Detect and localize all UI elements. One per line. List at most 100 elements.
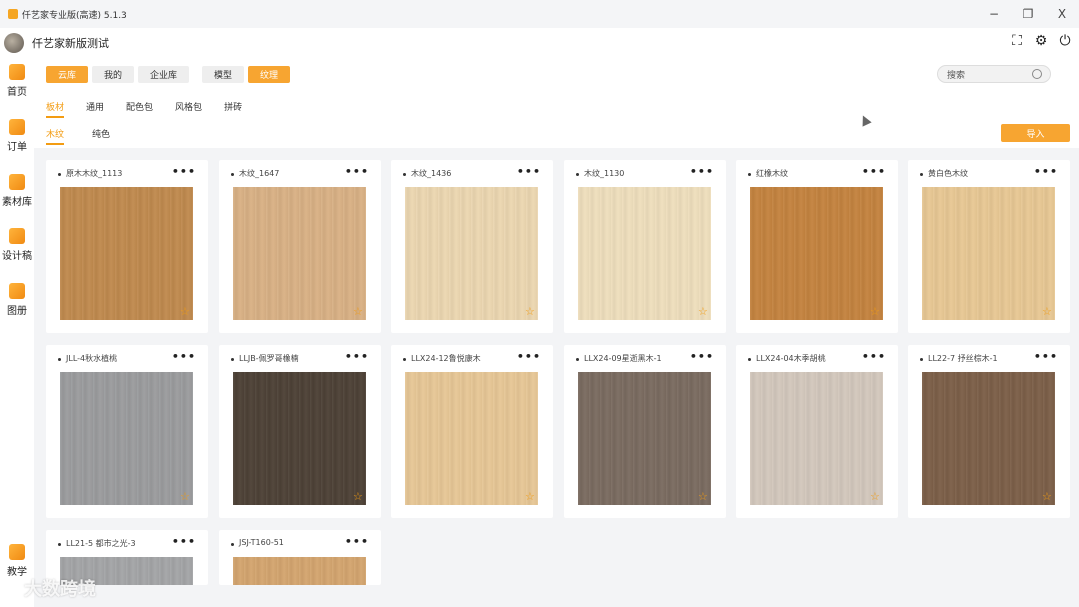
material-card[interactable]: 木纹_1130 ••• ☆ — [564, 160, 726, 333]
subcategory-item[interactable]: 木纹 — [46, 127, 65, 145]
material-card[interactable]: LLJB-佩罗哥橡楠 ••• ☆ — [219, 345, 381, 518]
favorite-star-icon[interactable]: ☆ — [353, 490, 363, 503]
bullet-icon — [231, 543, 234, 546]
material-card[interactable]: 原木木纹_1113 ••• ☆ — [46, 160, 208, 333]
filter-bar: 云库 我的 企业库 模型 纹理 搜索 板材 通用 配色包 风格包 拼砖 木纹 纯… — [34, 58, 1079, 148]
favorite-star-icon[interactable]: ☆ — [870, 305, 880, 318]
more-options-icon[interactable]: ••• — [517, 165, 541, 178]
material-card[interactable]: 黄白色木纹 ••• ☆ — [908, 160, 1070, 333]
favorite-star-icon[interactable]: ☆ — [698, 305, 708, 318]
sidebar-item-materials[interactable]: 素材库 — [0, 174, 34, 208]
watermark: 大数跨境 — [24, 579, 96, 600]
texture-swatch[interactable] — [922, 372, 1055, 505]
material-name: LL22-7 抒丝棕木-1 — [928, 354, 998, 363]
more-options-icon[interactable]: ••• — [345, 535, 369, 548]
sidebar-item-albums[interactable]: 图册 — [0, 283, 34, 317]
texture-swatch[interactable] — [922, 187, 1055, 320]
favorite-star-icon[interactable]: ☆ — [525, 490, 535, 503]
bullet-icon — [58, 173, 61, 176]
texture-swatch[interactable] — [233, 372, 366, 505]
minimize-button[interactable]: − — [977, 0, 1011, 28]
more-options-icon[interactable]: ••• — [517, 350, 541, 363]
fullscreen-icon[interactable]: ⛶ — [1009, 33, 1025, 49]
search-icon[interactable] — [1032, 69, 1042, 79]
sidebar-item-orders[interactable]: 订单 — [0, 119, 34, 153]
tab-mine[interactable]: 我的 — [92, 66, 135, 83]
texture-swatch[interactable] — [60, 372, 193, 505]
tab-enterprise[interactable]: 企业库 — [138, 66, 190, 83]
sidebar-item-home[interactable]: 首页 — [0, 64, 34, 98]
bullet-icon — [920, 358, 923, 361]
category-item[interactable]: 风格包 — [175, 100, 202, 118]
close-button[interactable]: X — [1045, 0, 1079, 28]
subcategory-item[interactable]: 纯色 — [92, 127, 110, 145]
texture-swatch[interactable] — [750, 372, 883, 505]
texture-swatch[interactable] — [405, 187, 538, 320]
more-options-icon[interactable]: ••• — [862, 350, 886, 363]
tab-texture[interactable]: 纹理 — [248, 66, 291, 83]
material-name: 黄白色木纹 — [928, 169, 968, 178]
maximize-button[interactable]: ❐ — [1011, 0, 1045, 28]
bullet-icon — [920, 173, 923, 176]
favorite-star-icon[interactable]: ☆ — [180, 490, 190, 503]
favorite-star-icon[interactable]: ☆ — [353, 305, 363, 318]
favorite-star-icon[interactable]: ☆ — [870, 490, 880, 503]
favorite-star-icon[interactable]: ☆ — [1042, 305, 1052, 318]
category-item[interactable]: 通用 — [86, 100, 104, 118]
tab-model[interactable]: 模型 — [202, 66, 245, 83]
favorite-star-icon[interactable]: ☆ — [180, 305, 190, 318]
more-options-icon[interactable]: ••• — [690, 350, 714, 363]
texture-swatch[interactable] — [233, 557, 366, 585]
app-header: 仟艺家新版测试 ⛶ ⚙ ⏻ — [0, 28, 1079, 58]
favorite-star-icon[interactable]: ☆ — [698, 490, 708, 503]
more-options-icon[interactable]: ••• — [172, 165, 196, 178]
texture-swatch[interactable] — [60, 187, 193, 320]
material-card[interactable]: LL22-7 抒丝棕木-1 ••• ☆ — [908, 345, 1070, 518]
search-input[interactable]: 搜索 — [937, 65, 1051, 83]
search-placeholder: 搜索 — [947, 70, 966, 81]
favorite-star-icon[interactable]: ☆ — [525, 305, 535, 318]
category-item[interactable]: 板材 — [46, 100, 65, 118]
more-options-icon[interactable]: ••• — [172, 535, 196, 548]
more-options-icon[interactable]: ••• — [1034, 165, 1058, 178]
material-card[interactable]: 木纹_1647 ••• ☆ — [219, 160, 381, 333]
texture-swatch[interactable] — [405, 372, 538, 505]
bullet-icon — [748, 358, 751, 361]
texture-swatch[interactable] — [578, 187, 711, 320]
avatar[interactable] — [4, 33, 24, 53]
more-options-icon[interactable]: ••• — [345, 165, 369, 178]
material-card[interactable]: 红橡木纹 ••• ☆ — [736, 160, 898, 333]
category-item[interactable]: 拼砖 — [224, 100, 242, 118]
material-name: JSJ-T160-51 — [239, 538, 284, 547]
gear-icon[interactable]: ⚙ — [1033, 33, 1049, 49]
category-item[interactable]: 配色包 — [126, 100, 153, 118]
favorite-star-icon[interactable]: ☆ — [1042, 490, 1052, 503]
tab-cloud[interactable]: 云库 — [46, 66, 89, 83]
material-name: LLX24-09星逝黑木-1 — [584, 354, 662, 363]
material-card[interactable]: JSJ-T160-51 ••• — [219, 530, 381, 585]
more-options-icon[interactable]: ••• — [862, 165, 886, 178]
sidebar-item-label: 订单 — [7, 142, 27, 153]
more-options-icon[interactable]: ••• — [345, 350, 369, 363]
home-icon — [9, 64, 25, 80]
texture-swatch[interactable] — [233, 187, 366, 320]
texture-swatch[interactable] — [578, 372, 711, 505]
texture-swatch[interactable] — [750, 187, 883, 320]
category-tabs: 板材 通用 配色包 风格包 拼砖 — [46, 100, 264, 118]
material-card[interactable]: LLX24-04木季胡桃 ••• ☆ — [736, 345, 898, 518]
power-icon[interactable]: ⏻ — [1057, 33, 1073, 49]
bullet-icon — [403, 173, 406, 176]
more-options-icon[interactable]: ••• — [1034, 350, 1058, 363]
more-options-icon[interactable]: ••• — [690, 165, 714, 178]
material-name: LL21-5 都市之光-3 — [66, 539, 136, 548]
import-button[interactable]: 导入 — [1001, 124, 1070, 142]
material-card[interactable]: 木纹_1436 ••• ☆ — [391, 160, 553, 333]
more-options-icon[interactable]: ••• — [172, 350, 196, 363]
material-name: 木纹_1436 — [411, 169, 452, 178]
sidebar: 首页 订单 素材库 设计稿 图册 教学 — [0, 58, 34, 607]
material-card[interactable]: LLX24-09星逝黑木-1 ••• ☆ — [564, 345, 726, 518]
sidebar-item-teaching[interactable]: 教学 — [0, 544, 34, 578]
material-card[interactable]: LLX24-12鲁悦康木 ••• ☆ — [391, 345, 553, 518]
material-card[interactable]: JLL-4秋水植桃 ••• ☆ — [46, 345, 208, 518]
sidebar-item-designs[interactable]: 设计稿 — [0, 228, 34, 262]
